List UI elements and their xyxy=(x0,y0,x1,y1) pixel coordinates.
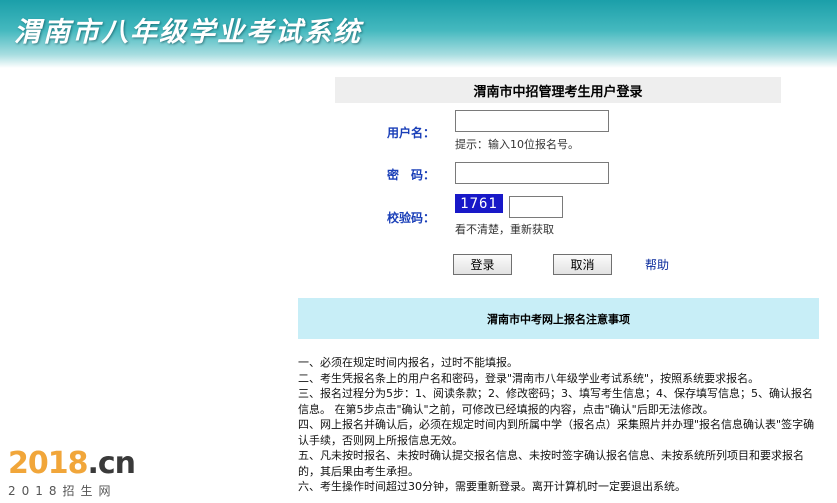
watermark-logo: 2018.cn xyxy=(8,446,136,481)
notice-item: 六、考生操作时间超过30分钟，需要重新登录。离开计算机时一定要退出系统。 xyxy=(298,480,686,493)
notice-title-bar: 渭南市中考网上报名注意事项 xyxy=(298,298,819,339)
captcha-input[interactable] xyxy=(509,196,563,218)
notice-item: 二、考生凭报名条上的用户名和密码，登录"渭南市八年级学业考试系统"，按照系统要求… xyxy=(298,371,760,385)
username-label: 用户名： xyxy=(387,126,436,140)
password-input[interactable] xyxy=(455,162,609,184)
login-button[interactable]: 登录 xyxy=(453,254,512,275)
system-title: 渭南市八年级学业考试系统 xyxy=(14,17,362,48)
password-label: 密 码： xyxy=(387,168,436,182)
site-watermark: 2018.cn 2018招生网 xyxy=(8,446,136,499)
notice-item: 一、必须在规定时间内报名，过时不能填报。 xyxy=(298,356,518,369)
captcha-label: 校验码： xyxy=(387,211,436,225)
captcha-image[interactable]: 1761 xyxy=(455,194,503,213)
watermark-subtitle: 2018招生网 xyxy=(8,484,117,498)
captcha-refresh-link[interactable]: 看不清楚，重新获取 xyxy=(455,221,554,237)
header-banner: 渭南市八年级学业考试系统 xyxy=(0,0,837,68)
notice-item: 四、网上报名并确认后，必须在规定时间内到所属中学（报名点）采集照片并办理"报名信… xyxy=(298,418,815,447)
login-panel-title: 渭南市中招管理考生用户登录 xyxy=(335,77,781,103)
notice-item: 三、报名过程分为5步：1、阅读条款；2、修改密码；3、填写考生信息；4、保存填写… xyxy=(298,387,813,416)
notice-item: 五、凡未按时报名、未按时确认提交报名信息、未按时签字确认报名信息、未按系统所列项… xyxy=(298,449,804,478)
username-input[interactable] xyxy=(455,110,609,132)
cancel-button[interactable]: 取消 xyxy=(553,254,612,275)
notice-list: 一、必须在规定时间内报名，过时不能填报。 二、考生凭报名条上的用户名和密码，登录… xyxy=(298,355,818,495)
username-hint: 提示：输入10位报名号。 xyxy=(455,138,579,151)
help-link[interactable]: 帮助 xyxy=(645,256,669,273)
